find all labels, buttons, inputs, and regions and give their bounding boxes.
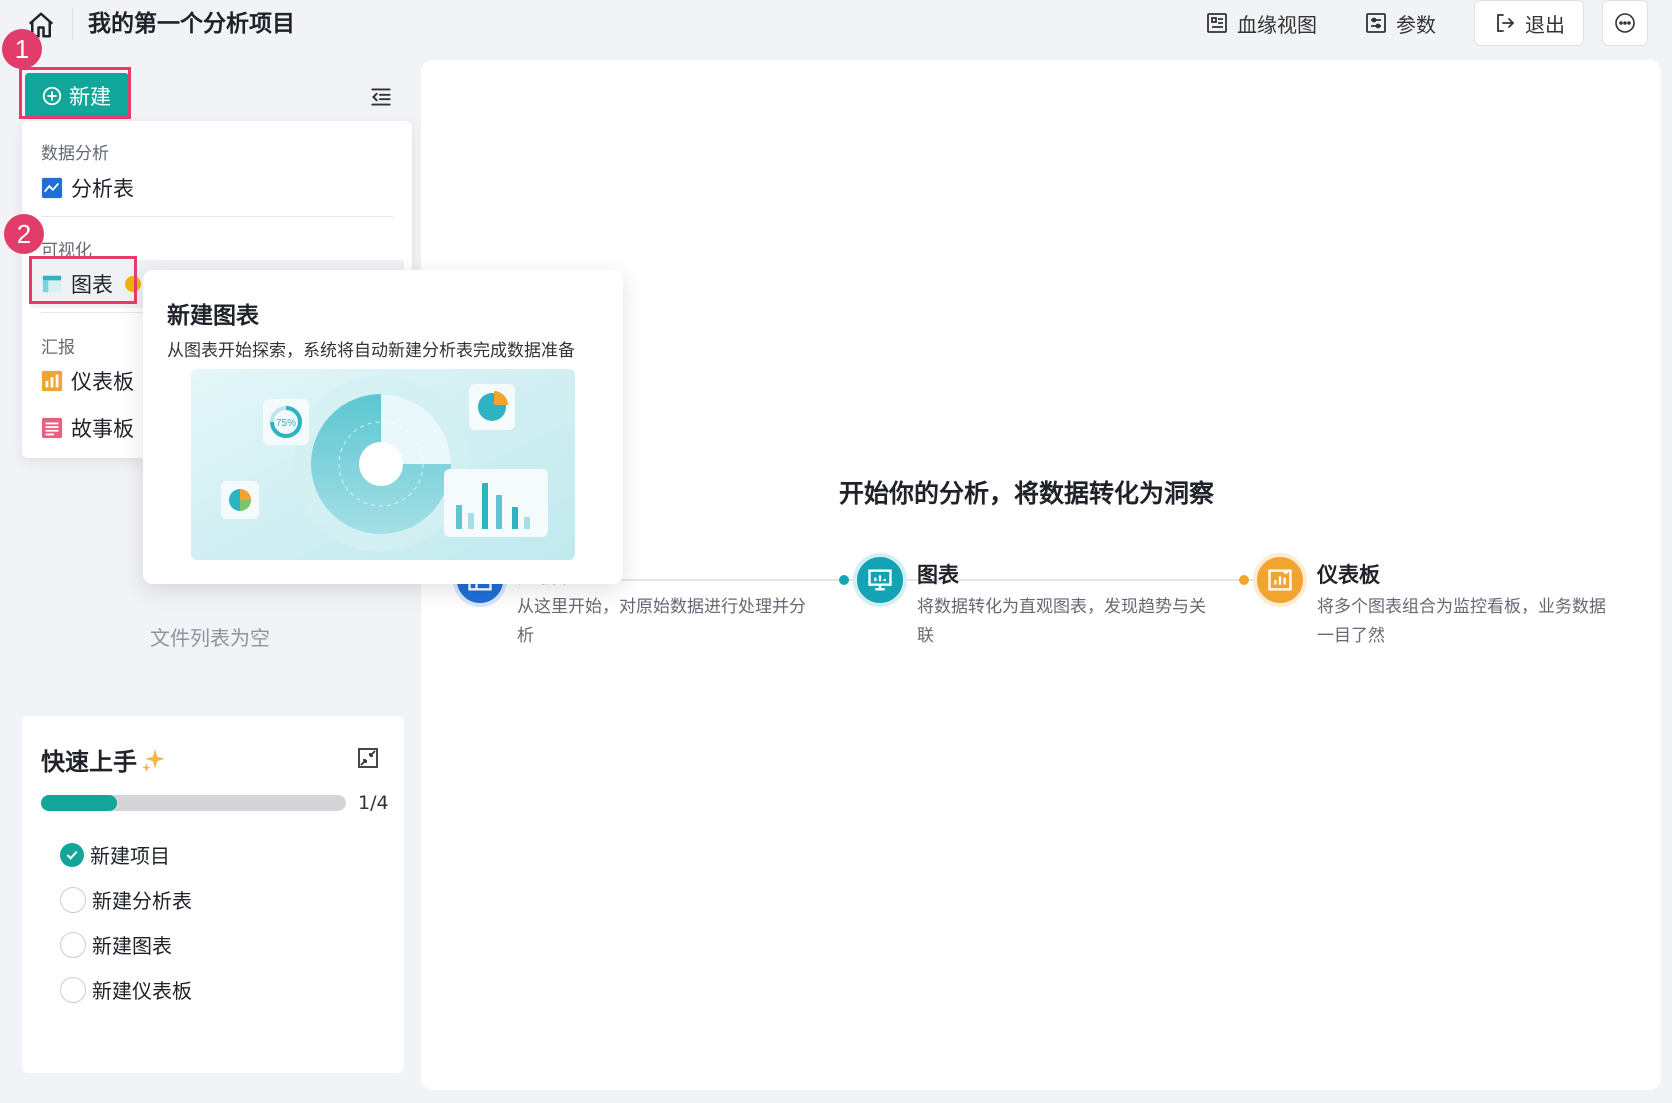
unchecked-circle-icon bbox=[60, 976, 86, 1003]
step-desc: 从这里开始，对原始数据进行处理并分析 bbox=[517, 597, 806, 646]
unchecked-circle-icon bbox=[60, 931, 86, 958]
new-button[interactable]: 新建 bbox=[25, 73, 129, 119]
header-divider bbox=[72, 8, 73, 40]
step-marker-1: 1 bbox=[2, 29, 42, 69]
exit-label: 退出 bbox=[1525, 12, 1565, 37]
page-title: 我的第一个分析项目 bbox=[88, 11, 295, 37]
menu-item-chart[interactable]: 图表 bbox=[41, 269, 141, 299]
exit-icon bbox=[1497, 14, 1515, 32]
menu-item-dashboard[interactable]: 仪表板 bbox=[41, 366, 134, 396]
task-new-dashboard[interactable]: 新建仪表板 bbox=[60, 975, 192, 1004]
analysis-table-icon bbox=[41, 177, 63, 199]
params-label: 参数 bbox=[1396, 12, 1436, 37]
main-title: 开始你的分析，将数据转化为洞察 bbox=[839, 479, 1215, 508]
empty-file-list: 文件列表为空 bbox=[150, 626, 270, 650]
lineage-label: 血缘视图 bbox=[1237, 12, 1317, 37]
step-name: 图表 bbox=[917, 563, 959, 587]
menu-item-label: 分析表 bbox=[71, 177, 134, 201]
task-label: 新建仪表板 bbox=[92, 979, 192, 1003]
task-label: 新建图表 bbox=[92, 934, 172, 958]
step-marker-2: 2 bbox=[4, 214, 44, 254]
menu-item-label: 故事板 bbox=[71, 417, 134, 441]
menu-item-analysis-table[interactable]: 分析表 bbox=[41, 173, 134, 203]
new-dot bbox=[125, 276, 141, 292]
menu-item-label: 仪表板 bbox=[71, 370, 134, 394]
new-chart-tooltip: 新建图表 从图表开始探索，系统将自动新建分析表完成数据准备 75% bbox=[143, 270, 623, 584]
flow-dot bbox=[839, 575, 849, 585]
menu-group-analysis: 数据分析 bbox=[41, 144, 109, 164]
task-new-chart[interactable]: 新建图表 bbox=[60, 930, 172, 959]
more-button[interactable] bbox=[1602, 0, 1648, 46]
step-name: 仪表板 bbox=[1317, 563, 1380, 587]
chart-presentation-icon bbox=[853, 553, 907, 607]
chart-icon bbox=[42, 275, 62, 293]
tooltip-desc: 从图表开始探索，系统将自动新建分析表完成数据准备 bbox=[167, 341, 575, 361]
step-desc: 将数据转化为直观图表，发现趋势与关联 bbox=[917, 597, 1206, 646]
dashboard-icon bbox=[41, 370, 63, 392]
chart-illustration: 75% bbox=[191, 369, 575, 560]
task-new-project[interactable]: 新建项目 bbox=[60, 840, 170, 869]
menu-item-label: 图表 bbox=[71, 273, 113, 297]
menu-group-report: 汇报 bbox=[41, 338, 75, 358]
progress-fill bbox=[41, 795, 118, 811]
task-new-analysis-table[interactable]: 新建分析表 bbox=[60, 885, 192, 914]
collapse-sidebar-icon[interactable] bbox=[368, 84, 394, 110]
add-circle-icon bbox=[42, 86, 62, 106]
task-label: 新建分析表 bbox=[92, 889, 192, 913]
quick-start-panel: 快速上手 1/4 新建项目 新建分析表 新建图表 新建仪表板 bbox=[22, 716, 404, 1073]
menu-item-storyboard[interactable]: 故事板 bbox=[41, 413, 134, 443]
menu-divider bbox=[41, 216, 393, 217]
dashboard-icon bbox=[1253, 553, 1307, 607]
step-desc: 将多个图表组合为监控看板，业务数据一目了然 bbox=[1317, 597, 1606, 646]
lineage-icon bbox=[1207, 13, 1227, 33]
params-icon bbox=[1366, 13, 1386, 33]
percent-badge: 75% bbox=[276, 418, 296, 429]
task-label: 新建项目 bbox=[90, 844, 170, 868]
flow-dot bbox=[1239, 575, 1249, 585]
progress-bar bbox=[41, 795, 346, 811]
shrink-icon[interactable] bbox=[356, 746, 380, 770]
quick-start-title: 快速上手 bbox=[41, 742, 167, 777]
progress-text: 1/4 bbox=[358, 792, 389, 814]
more-icon bbox=[1615, 13, 1635, 33]
tooltip-title: 新建图表 bbox=[167, 303, 259, 329]
params-button[interactable]: 参数 bbox=[1364, 0, 1436, 46]
checked-icon bbox=[60, 842, 84, 867]
sparkle-icon bbox=[142, 748, 165, 772]
unchecked-circle-icon bbox=[60, 886, 86, 913]
lineage-view-button[interactable]: 血缘视图 bbox=[1205, 0, 1317, 46]
menu-group-visual: 可视化 bbox=[41, 241, 92, 261]
storyboard-icon bbox=[41, 417, 63, 439]
new-button-label: 新建 bbox=[69, 85, 111, 109]
quick-start-title-text: 快速上手 bbox=[41, 748, 137, 776]
exit-button[interactable]: 退出 bbox=[1474, 0, 1584, 46]
